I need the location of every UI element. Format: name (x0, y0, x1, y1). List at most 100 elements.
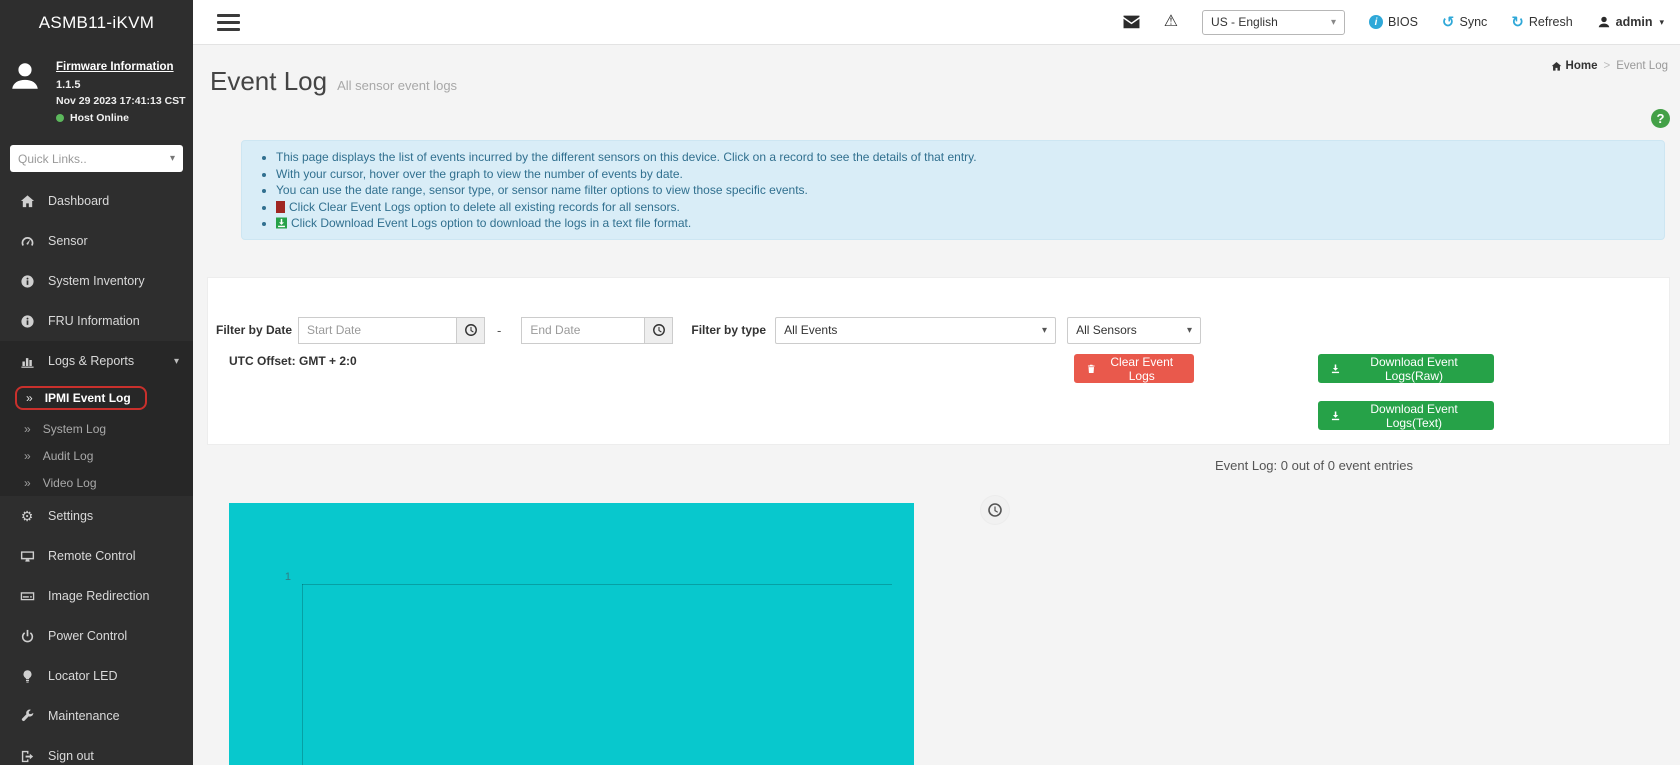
date-range-separator: - (497, 322, 502, 338)
sidebar-item-image-redirection[interactable]: Image Redirection (0, 576, 193, 616)
sidebar-item-sensor[interactable]: Sensor (0, 221, 193, 261)
help-bullet: With your cursor, hover over the graph t… (276, 166, 1650, 183)
host-status: Host Online (70, 112, 129, 124)
firmware-build-date: Nov 29 2023 17:41:13 CST (56, 95, 186, 107)
double-chevron-icon: » (24, 421, 31, 436)
gauge-icon (14, 234, 40, 249)
sensor-select[interactable]: All Sensors ▾ (1067, 316, 1202, 344)
sidebar-item-audit-log[interactable]: » Audit Log (0, 442, 193, 469)
sidebar-item-fru-information[interactable]: FRU Information (0, 301, 193, 341)
help-bullet: Click Download Event Logs option to down… (276, 215, 1650, 232)
language-value: US - English (1211, 15, 1278, 29)
sync-label: Sync (1459, 15, 1488, 29)
main-content: Event Log All sensor event logs Home > E… (193, 46, 1680, 765)
filter-panel: Filter by Date - Filter by type All Even… (207, 277, 1670, 445)
clear-logs-mini-icon (276, 200, 285, 213)
sidebar-item-maintenance[interactable]: Maintenance (0, 696, 193, 736)
double-chevron-icon: » (26, 391, 33, 405)
language-select[interactable]: US - English ▾ (1202, 9, 1346, 35)
logs-reports-group: Logs & Reports ▾ » IPMI Event Log » Syst… (0, 341, 193, 496)
breadcrumb-home-link[interactable]: Home (1551, 60, 1597, 72)
chart-y-tick: 1 (284, 571, 291, 583)
clear-event-logs-button[interactable]: Clear Event Logs (1074, 354, 1194, 383)
firmware-info-block: Firmware Information 1.1.5 Nov 29 2023 1… (0, 45, 193, 137)
active-item-outline: » IPMI Event Log (15, 386, 147, 410)
caret-down-icon: ▾ (1659, 16, 1664, 27)
end-date-group (521, 316, 674, 344)
sidebar-item-remote-control[interactable]: Remote Control (0, 536, 193, 576)
lightbulb-icon (14, 669, 40, 684)
filter-by-date-label: Filter by Date (216, 323, 293, 337)
event-type-select[interactable]: All Events ▾ (775, 316, 1057, 344)
page-title: Event Log (210, 66, 328, 96)
app-title: ASMB11-iKVM (38, 12, 155, 32)
trash-icon (1087, 364, 1095, 373)
download-mini-icon (276, 217, 287, 229)
user-icon (1598, 16, 1609, 28)
chevron-down-icon: ▾ (173, 355, 179, 367)
help-bullet: This page displays the list of events in… (276, 149, 1650, 166)
sidebar-nav: Dashboard Sensor System Inventory FRU In… (0, 181, 193, 765)
bar-chart-icon (14, 354, 40, 369)
sync-icon: ↺ (1441, 13, 1455, 31)
user-menu[interactable]: admin ▾ (1597, 15, 1664, 29)
caret-down-icon: ▾ (1331, 16, 1337, 28)
sidebar-item-system-inventory[interactable]: System Inventory (0, 261, 193, 301)
power-icon (14, 629, 40, 644)
double-chevron-icon: » (24, 448, 31, 463)
sidebar-item-system-log[interactable]: » System Log (0, 415, 193, 442)
breadcrumb-separator: > (1603, 60, 1611, 72)
home-icon (1551, 61, 1561, 71)
start-date-group (298, 316, 486, 344)
sign-out-icon (14, 749, 40, 764)
filter-by-type-label: Filter by type (691, 323, 767, 337)
sensor-value: All Sensors (1076, 323, 1137, 337)
sidebar-item-locator-led[interactable]: Locator LED (0, 656, 193, 696)
chevron-down-icon: ▾ (1187, 324, 1193, 336)
bios-button[interactable]: i BIOS (1369, 15, 1418, 29)
sidebar-item-power-control[interactable]: Power Control (0, 616, 193, 656)
sidebar-item-sign-out[interactable]: Sign out (0, 736, 193, 765)
clock-icon[interactable] (456, 316, 486, 344)
home-icon (14, 194, 40, 209)
envelope-icon[interactable] (1123, 15, 1140, 29)
download-event-logs-text-button[interactable]: Download Event Logs(Text) (1318, 401, 1494, 430)
user-avatar-icon (8, 59, 42, 93)
end-date-input[interactable] (521, 316, 645, 344)
warning-icon[interactable]: ⚠ (1164, 14, 1178, 30)
help-bullet: Click Clear Event Logs option to delete … (276, 199, 1650, 216)
firmware-information-link[interactable]: Firmware Information (56, 61, 174, 73)
sidebar-item-dashboard[interactable]: Dashboard (0, 181, 193, 221)
disc-drive-icon (14, 589, 40, 604)
chevron-down-icon: ▾ (1042, 324, 1048, 336)
clock-icon[interactable] (981, 496, 1009, 524)
help-icon[interactable]: ? (1651, 109, 1670, 128)
chart-y-axis (302, 584, 303, 765)
event-log-entries-count: Event Log: 0 out of 0 event entries (1214, 458, 1414, 473)
monitor-icon (14, 549, 40, 564)
start-date-input[interactable] (298, 316, 457, 344)
sidebar-item-ipmi-event-log[interactable]: » IPMI Event Log (0, 381, 193, 415)
sync-button[interactable]: ↺ Sync (1442, 15, 1487, 30)
host-online-dot (56, 114, 64, 122)
quick-links-select[interactable]: Quick Links.. ▾ (10, 145, 183, 172)
page-subtitle: All sensor event logs (337, 78, 458, 93)
refresh-icon: ↻ (1511, 13, 1524, 31)
help-bullet: You can use the date range, sensor type,… (276, 182, 1650, 199)
wrench-icon (14, 709, 40, 724)
refresh-button[interactable]: ↻ Refresh (1511, 15, 1572, 30)
info-icon (14, 314, 40, 329)
clock-icon[interactable] (644, 316, 674, 344)
info-icon (14, 274, 40, 289)
info-circle-icon: i (1369, 15, 1384, 29)
download-event-logs-raw-button[interactable]: Download Event Logs(Raw) (1318, 354, 1494, 383)
hamburger-menu-icon[interactable] (217, 14, 240, 35)
breadcrumb-current: Event Log (1616, 60, 1668, 72)
firmware-version: 1.1.5 (56, 79, 81, 91)
sidebar-item-settings[interactable]: ⚙ Settings (0, 496, 193, 536)
chart-gridline (302, 584, 892, 585)
sidebar-item-video-log[interactable]: » Video Log (0, 469, 193, 496)
event-log-chart[interactable]: 1 (229, 503, 914, 765)
breadcrumb: Home > Event Log (1551, 60, 1668, 72)
sidebar-item-logs-reports[interactable]: Logs & Reports ▾ (0, 341, 193, 381)
